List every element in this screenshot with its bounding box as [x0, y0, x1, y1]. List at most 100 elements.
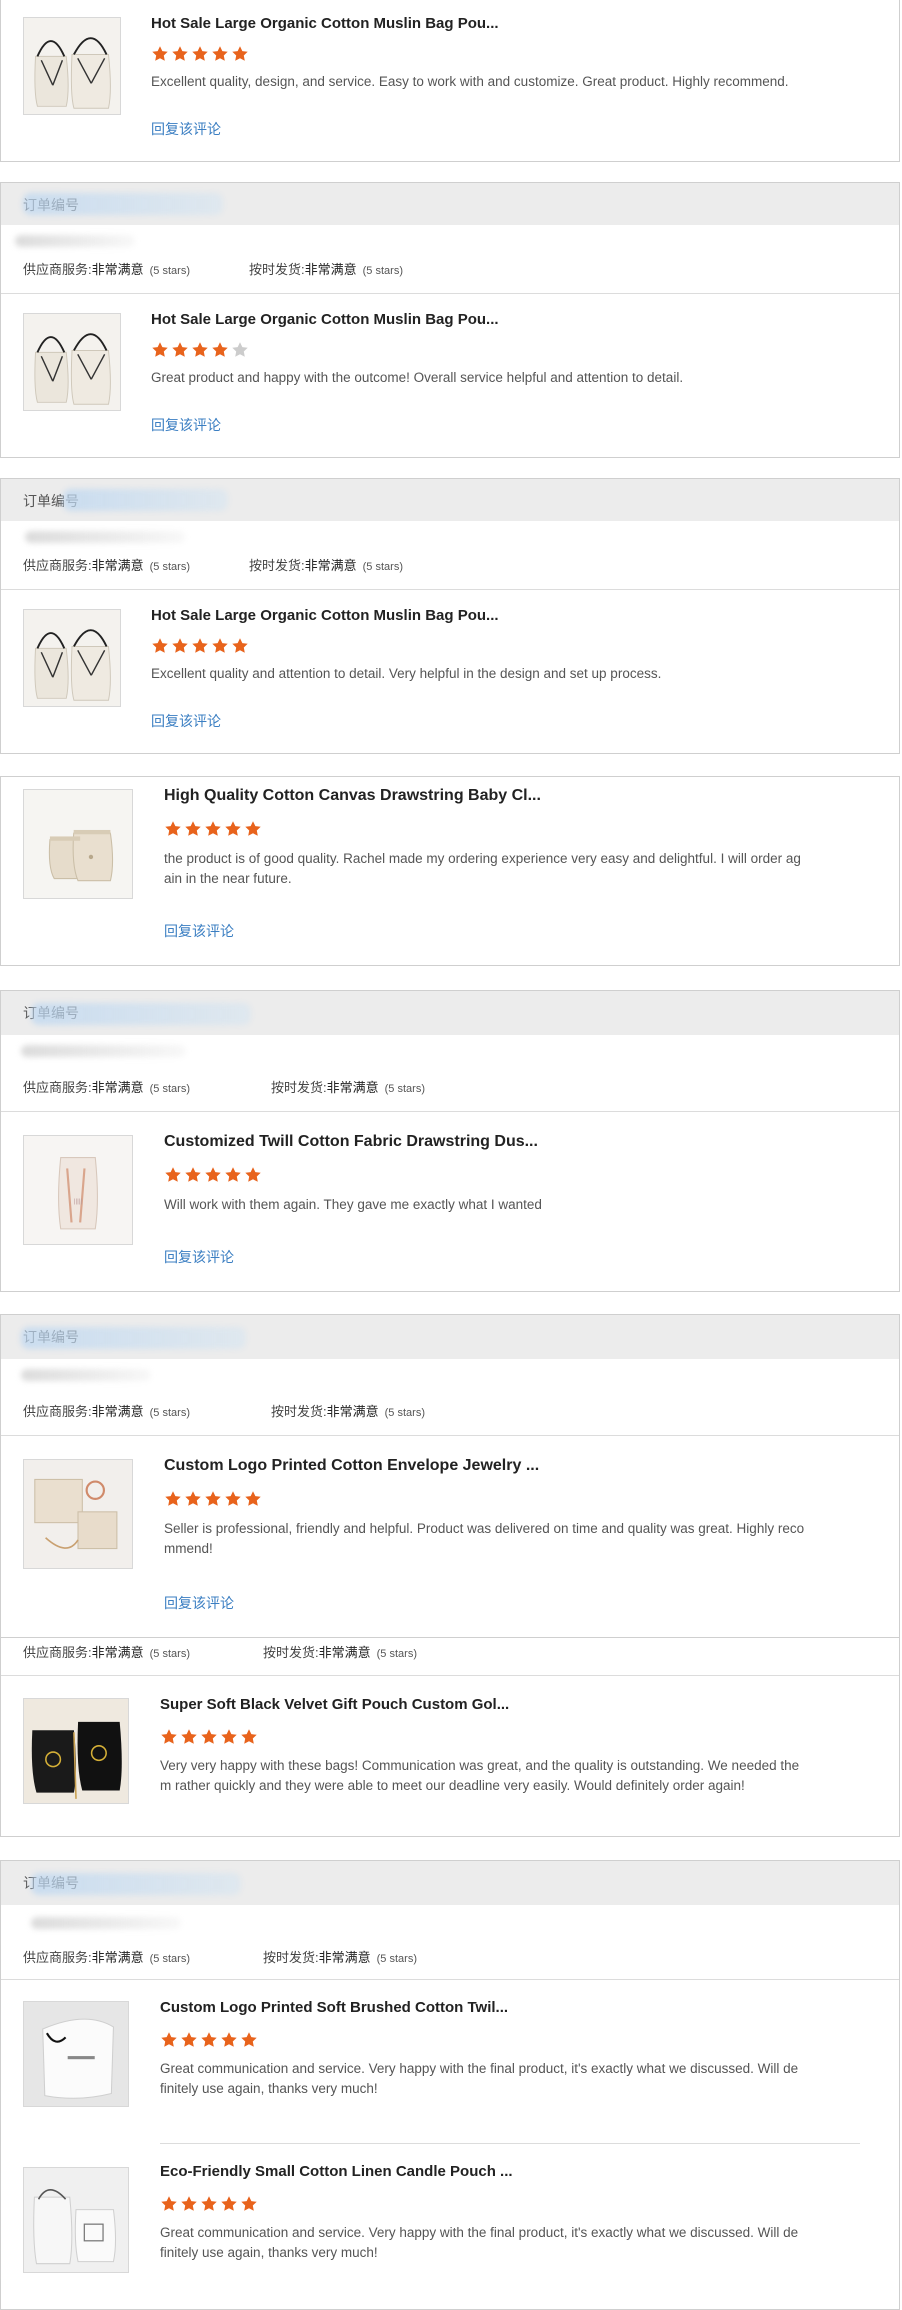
star-icon: [205, 1167, 221, 1182]
supplier-service-label: 供应商服务:: [23, 1080, 92, 1095]
review-card: Hot Sale Large Organic Cotton Muslin Bag…: [0, 0, 900, 162]
on-time-label: 按时发货:: [271, 1080, 327, 1095]
review-text: the product is of good quality. Rachel m…: [164, 851, 801, 886]
star-icon: [192, 638, 208, 653]
supplier-service-value: 非常满意: [91, 1950, 144, 1965]
redacted-buyer-info: [21, 1045, 186, 1057]
star-icon: [181, 1729, 197, 1744]
star-icon: [152, 638, 168, 653]
review-text: Excellent quality, design, and service. …: [151, 74, 789, 89]
star-icon: [185, 821, 201, 836]
star-icon: [225, 821, 241, 836]
supplier-service-label: 供应商服务:: [23, 262, 92, 277]
star-icon: [221, 2196, 237, 2211]
star-rating: [160, 2195, 260, 2213]
product-title[interactable]: Customized Twill Cotton Fabric Drawstrin…: [164, 1133, 538, 1151]
order-header: 订单编号: [1, 479, 899, 521]
review-card: High Quality Cotton Canvas Drawstring Ba…: [0, 776, 900, 966]
review-text: Great communication and service. Very ha…: [160, 2225, 799, 2260]
star-icon: [201, 1729, 217, 1744]
product-thumbnail[interactable]: [23, 789, 133, 899]
divider: [1, 293, 899, 294]
star-icon: [212, 638, 228, 653]
star-icon: [205, 1491, 221, 1506]
order-header: 订单编号: [1, 183, 899, 225]
product-thumbnail[interactable]: [23, 313, 121, 411]
star-icon: [165, 1491, 181, 1506]
divider: [1, 1675, 899, 1676]
product-title[interactable]: Custom Logo Printed Cotton Envelope Jewe…: [164, 1457, 539, 1475]
star-icon: [241, 2032, 257, 2047]
star-icon: [225, 1491, 241, 1506]
star-rating: [151, 45, 251, 63]
product-thumbnail[interactable]: [23, 1698, 129, 1804]
product-title[interactable]: Eco-Friendly Small Cotton Linen Candle P…: [160, 2163, 513, 2180]
star-icon: [165, 821, 181, 836]
product-thumbnail[interactable]: |||||: [23, 1135, 133, 1245]
reply-link[interactable]: 回复该评论: [164, 1593, 234, 1613]
star-icon: [181, 2032, 197, 2047]
star-icon: [232, 342, 248, 357]
product-thumbnail[interactable]: [23, 2167, 129, 2273]
star-icon: [192, 46, 208, 61]
redacted-order-number: [31, 1873, 241, 1895]
product-thumbnail[interactable]: [23, 17, 121, 115]
product-title[interactable]: Custom Logo Printed Soft Brushed Cotton …: [160, 1999, 508, 2016]
redacted-buyer-info: [15, 235, 135, 247]
supplier-service-stars: (5 stars): [149, 1407, 190, 1419]
on-time-label: 按时发货:: [249, 558, 305, 573]
reply-link[interactable]: 回复该评论: [151, 415, 221, 435]
reply-link[interactable]: 回复该评论: [164, 921, 234, 941]
review-card: 订单编号 供应商服务:非常满意(5 stars) 按时发货:非常满意(5 sta…: [0, 1314, 900, 1638]
reply-link[interactable]: 回复该评论: [151, 119, 221, 139]
star-rating: [164, 1490, 264, 1508]
star-rating: [160, 2031, 260, 2049]
on-time-stars: (5 stars): [384, 1083, 425, 1095]
star-icon: [201, 2196, 217, 2211]
ratings-row: 供应商服务:非常满意 (5 stars) 按时发货:非常满意 (5 stars): [1, 259, 899, 279]
star-icon: [221, 2032, 237, 2047]
reply-link[interactable]: 回复该评论: [164, 1247, 234, 1267]
reply-link[interactable]: 回复该评论: [151, 711, 221, 731]
on-time-value: 非常满意: [326, 1080, 379, 1095]
star-icon: [245, 1167, 261, 1182]
redacted-order-number: [63, 489, 228, 511]
on-time-stars: (5 stars): [384, 1407, 425, 1419]
supplier-service-label: 供应商服务:: [23, 1645, 92, 1660]
supplier-service-value: 非常满意: [91, 1645, 144, 1660]
star-rating: [151, 341, 251, 359]
ratings-row: 供应商服务:非常满意 (5 stars) 按时发货:非常满意 (5 stars): [1, 555, 899, 575]
on-time-label: 按时发货:: [263, 1645, 319, 1660]
supplier-service-stars: (5 stars): [149, 1648, 190, 1660]
ratings-row: 供应商服务:非常满意 (5 stars) 按时发货:非常满意 (5 stars): [1, 1947, 899, 1967]
divider: [1, 589, 899, 590]
product-title[interactable]: Hot Sale Large Organic Cotton Muslin Bag…: [151, 15, 499, 32]
product-thumbnail[interactable]: [23, 609, 121, 707]
on-time-stars: (5 stars): [362, 561, 403, 573]
on-time-value: 非常满意: [318, 1950, 371, 1965]
supplier-service-label: 供应商服务:: [23, 1404, 92, 1419]
on-time-label: 按时发货:: [271, 1404, 327, 1419]
on-time-value: 非常满意: [304, 558, 357, 573]
product-title[interactable]: High Quality Cotton Canvas Drawstring Ba…: [164, 787, 541, 805]
review-text: Great communication and service. Very ha…: [160, 2061, 799, 2096]
star-icon: [241, 2196, 257, 2211]
product-title[interactable]: Hot Sale Large Organic Cotton Muslin Bag…: [151, 311, 499, 328]
divider: [1, 1111, 899, 1112]
product-title[interactable]: Super Soft Black Velvet Gift Pouch Custo…: [160, 1696, 509, 1713]
review-text: Very very happy with these bags! Communi…: [160, 1758, 800, 1793]
star-icon: [232, 638, 248, 653]
star-rating: [164, 820, 264, 838]
redacted-buyer-info: [25, 531, 185, 543]
star-icon: [221, 1729, 237, 1744]
divider: [160, 2143, 860, 2144]
product-title[interactable]: Hot Sale Large Organic Cotton Muslin Bag…: [151, 607, 499, 624]
on-time-stars: (5 stars): [376, 1648, 417, 1660]
on-time-stars: (5 stars): [376, 1953, 417, 1965]
product-thumbnail[interactable]: [23, 2001, 129, 2107]
review-text: Seller is professional, friendly and hel…: [164, 1521, 805, 1556]
star-icon: [245, 1491, 261, 1506]
supplier-service-stars: (5 stars): [149, 1953, 190, 1965]
product-thumbnail[interactable]: [23, 1459, 133, 1569]
review-card: 供应商服务:非常满意 (5 stars) 按时发货:非常满意 (5 stars) S…: [0, 1637, 900, 1837]
